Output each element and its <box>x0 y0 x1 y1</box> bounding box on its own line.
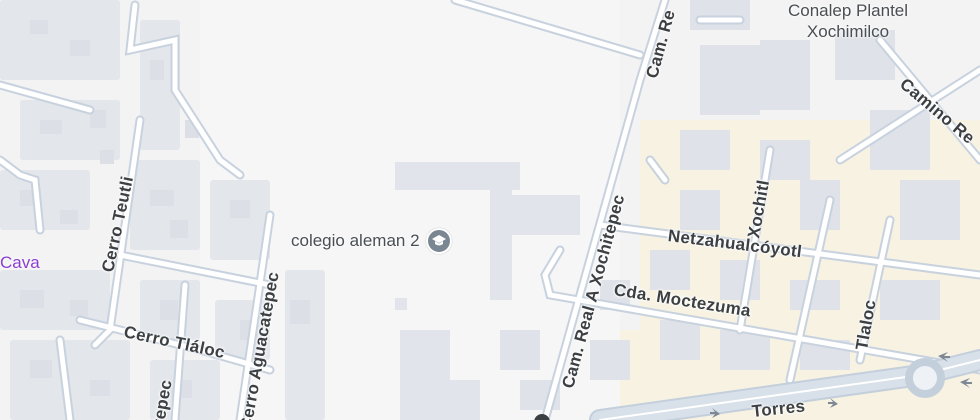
poi-conalep[interactable]: Conalep Plantel Xochimilco <box>788 0 908 42</box>
poi-label: colegio aleman 2 <box>291 231 420 250</box>
conalep-line2: Xochimilco <box>806 22 890 41</box>
place-label-cava[interactable]: Cava <box>0 253 40 273</box>
map-canvas[interactable]: Cam. Re Conalep Plantel Xochimilco Camin… <box>0 0 980 420</box>
conalep-line1: Conalep Plantel <box>788 1 909 20</box>
graduation-cap-icon <box>425 228 452 254</box>
map-base-layer[interactable] <box>0 0 980 420</box>
poi-colegio-aleman[interactable]: colegio aleman 2 <box>291 228 452 254</box>
